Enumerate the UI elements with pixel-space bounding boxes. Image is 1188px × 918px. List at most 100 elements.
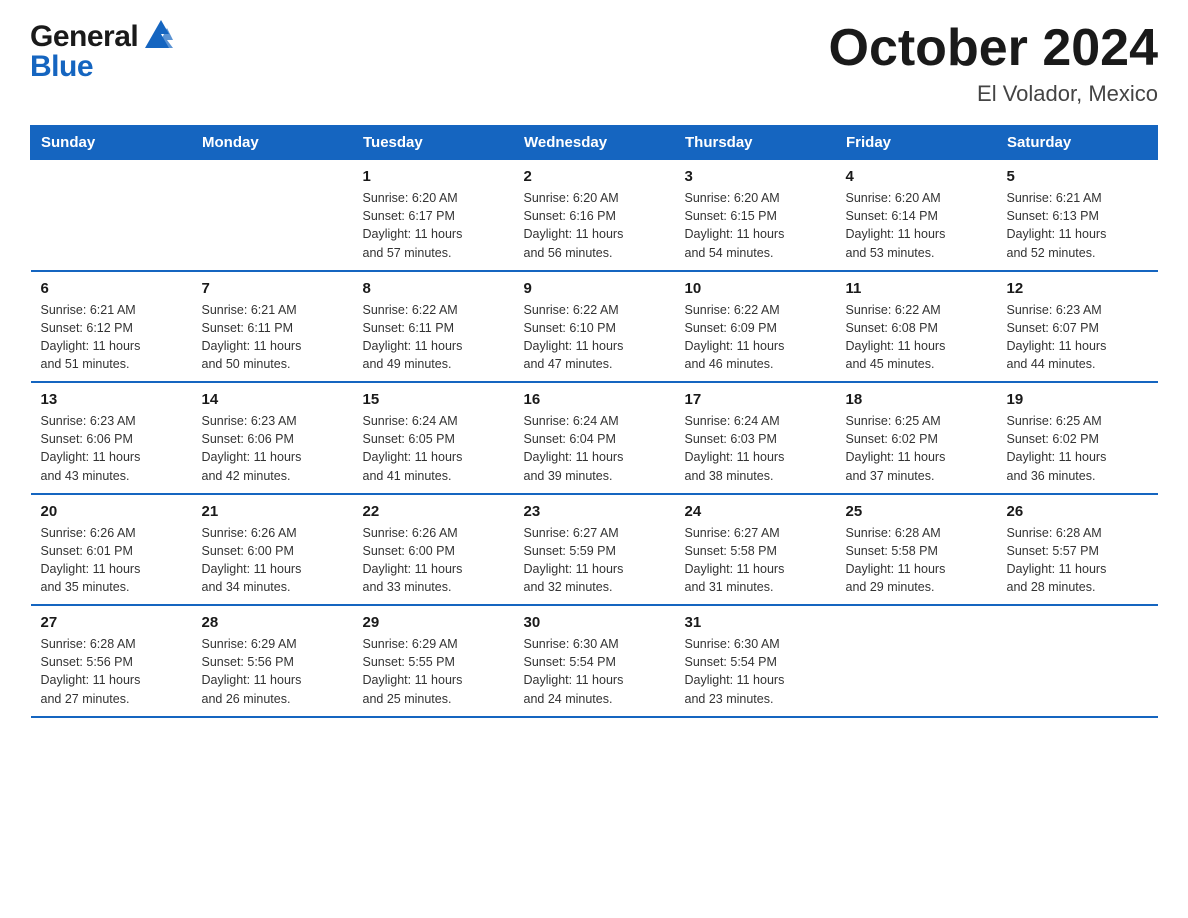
calendar-cell: 6 Sunrise: 6:21 AM Sunset: 6:12 PM Daylig… [31,271,192,383]
day-number: 9 [524,280,665,297]
calendar-cell: 3 Sunrise: 6:20 AM Sunset: 6:15 PM Daylig… [675,160,836,271]
calendar-header-row: SundayMondayTuesdayWednesdayThursdayFrid… [31,126,1158,160]
calendar-cell: 18 Sunrise: 6:25 AM Sunset: 6:02 PM Dayli… [836,382,997,494]
day-info: Sunrise: 6:23 AM Sunset: 6:06 PM Dayligh… [202,412,343,485]
calendar-cell: 16 Sunrise: 6:24 AM Sunset: 6:04 PM Dayli… [514,382,675,494]
calendar-cell: 19 Sunrise: 6:25 AM Sunset: 6:02 PM Dayli… [997,382,1158,494]
day-info: Sunrise: 6:22 AM Sunset: 6:11 PM Dayligh… [363,301,504,374]
calendar-cell: 15Sunrise: 6:24 AM Sunset: 6:05 PM Dayli… [353,382,514,494]
day-number: 11 [846,280,987,297]
weekday-header: Monday [192,126,353,160]
day-number: 20 [41,503,182,520]
calendar-cell: 20 Sunrise: 6:26 AM Sunset: 6:01 PM Dayli… [31,494,192,606]
calendar-cell: 8 Sunrise: 6:22 AM Sunset: 6:11 PM Daylig… [353,271,514,383]
page-header: General Blue October 2024 El Volador, Me… [30,20,1158,107]
day-number: 12 [1007,280,1148,297]
day-info: Sunrise: 6:25 AM Sunset: 6:02 PM Dayligh… [1007,412,1148,485]
day-info: Sunrise: 6:23 AM Sunset: 6:06 PM Dayligh… [41,412,182,485]
calendar-cell: 30 Sunrise: 6:30 AM Sunset: 5:54 PM Dayli… [514,605,675,717]
day-number: 10 [685,280,826,297]
day-number: 17 [685,391,826,408]
calendar-cell: 24Sunrise: 6:27 AM Sunset: 5:58 PM Dayli… [675,494,836,606]
day-info: Sunrise: 6:26 AM Sunset: 6:00 PM Dayligh… [202,524,343,597]
day-info: Sunrise: 6:21 AM Sunset: 6:13 PM Dayligh… [1007,189,1148,262]
day-number: 25 [846,503,987,520]
day-number: 19 [1007,391,1148,408]
day-info: Sunrise: 6:29 AM Sunset: 5:56 PM Dayligh… [202,635,343,708]
calendar-week-row: 1 Sunrise: 6:20 AM Sunset: 6:17 PM Daylig… [31,160,1158,271]
calendar-week-row: 27 Sunrise: 6:28 AM Sunset: 5:56 PM Dayli… [31,605,1158,717]
calendar-cell [31,160,192,271]
calendar-cell: 29 Sunrise: 6:29 AM Sunset: 5:55 PM Dayli… [353,605,514,717]
calendar-cell: 12 Sunrise: 6:23 AM Sunset: 6:07 PM Dayli… [997,271,1158,383]
day-number: 13 [41,391,182,408]
day-info: Sunrise: 6:27 AM Sunset: 5:59 PM Dayligh… [524,524,665,597]
day-info: Sunrise: 6:28 AM Sunset: 5:58 PM Dayligh… [846,524,987,597]
calendar-cell: 1 Sunrise: 6:20 AM Sunset: 6:17 PM Daylig… [353,160,514,271]
calendar-cell: 23Sunrise: 6:27 AM Sunset: 5:59 PM Dayli… [514,494,675,606]
day-info: Sunrise: 6:20 AM Sunset: 6:15 PM Dayligh… [685,189,826,262]
day-number: 1 [363,168,504,185]
weekday-header: Sunday [31,126,192,160]
calendar-cell: 25 Sunrise: 6:28 AM Sunset: 5:58 PM Dayli… [836,494,997,606]
calendar-cell: 26 Sunrise: 6:28 AM Sunset: 5:57 PM Dayli… [997,494,1158,606]
calendar-cell: 10Sunrise: 6:22 AM Sunset: 6:09 PM Dayli… [675,271,836,383]
day-number: 7 [202,280,343,297]
calendar-cell: 22 Sunrise: 6:26 AM Sunset: 6:00 PM Dayli… [353,494,514,606]
calendar-week-row: 6 Sunrise: 6:21 AM Sunset: 6:12 PM Daylig… [31,271,1158,383]
day-info: Sunrise: 6:22 AM Sunset: 6:10 PM Dayligh… [524,301,665,374]
weekday-header: Wednesday [514,126,675,160]
calendar-week-row: 13 Sunrise: 6:23 AM Sunset: 6:06 PM Dayli… [31,382,1158,494]
calendar-table: SundayMondayTuesdayWednesdayThursdayFrid… [30,125,1158,718]
day-number: 4 [846,168,987,185]
day-info: Sunrise: 6:27 AM Sunset: 5:58 PM Dayligh… [685,524,826,597]
day-number: 28 [202,614,343,631]
day-info: Sunrise: 6:30 AM Sunset: 5:54 PM Dayligh… [685,635,826,708]
day-info: Sunrise: 6:26 AM Sunset: 6:01 PM Dayligh… [41,524,182,597]
logo: General Blue [30,20,173,84]
day-number: 3 [685,168,826,185]
day-number: 22 [363,503,504,520]
day-info: Sunrise: 6:28 AM Sunset: 5:56 PM Dayligh… [41,635,182,708]
day-number: 30 [524,614,665,631]
day-number: 16 [524,391,665,408]
day-info: Sunrise: 6:24 AM Sunset: 6:04 PM Dayligh… [524,412,665,485]
calendar-cell: 5Sunrise: 6:21 AM Sunset: 6:13 PM Daylig… [997,160,1158,271]
day-number: 6 [41,280,182,297]
day-info: Sunrise: 6:24 AM Sunset: 6:05 PM Dayligh… [363,412,504,485]
day-info: Sunrise: 6:30 AM Sunset: 5:54 PM Dayligh… [524,635,665,708]
calendar-cell: 28 Sunrise: 6:29 AM Sunset: 5:56 PM Dayli… [192,605,353,717]
day-info: Sunrise: 6:21 AM Sunset: 6:11 PM Dayligh… [202,301,343,374]
day-number: 21 [202,503,343,520]
day-number: 27 [41,614,182,631]
day-number: 8 [363,280,504,297]
weekday-header: Tuesday [353,126,514,160]
day-info: Sunrise: 6:23 AM Sunset: 6:07 PM Dayligh… [1007,301,1148,374]
day-info: Sunrise: 6:25 AM Sunset: 6:02 PM Dayligh… [846,412,987,485]
weekday-header: Thursday [675,126,836,160]
day-info: Sunrise: 6:20 AM Sunset: 6:14 PM Dayligh… [846,189,987,262]
day-info: Sunrise: 6:20 AM Sunset: 6:17 PM Dayligh… [363,189,504,262]
day-number: 31 [685,614,826,631]
calendar-cell: 13 Sunrise: 6:23 AM Sunset: 6:06 PM Dayli… [31,382,192,494]
weekday-header: Friday [836,126,997,160]
day-info: Sunrise: 6:28 AM Sunset: 5:57 PM Dayligh… [1007,524,1148,597]
day-info: Sunrise: 6:29 AM Sunset: 5:55 PM Dayligh… [363,635,504,708]
day-info: Sunrise: 6:21 AM Sunset: 6:12 PM Dayligh… [41,301,182,374]
day-number: 2 [524,168,665,185]
logo-general: General [30,22,138,52]
calendar-cell: 31 Sunrise: 6:30 AM Sunset: 5:54 PM Dayli… [675,605,836,717]
day-number: 18 [846,391,987,408]
day-number: 14 [202,391,343,408]
day-info: Sunrise: 6:20 AM Sunset: 6:16 PM Dayligh… [524,189,665,262]
calendar-cell: 2 Sunrise: 6:20 AM Sunset: 6:16 PM Daylig… [514,160,675,271]
day-number: 29 [363,614,504,631]
logo-blue: Blue [30,50,93,83]
day-number: 26 [1007,503,1148,520]
calendar-location: El Volador, Mexico [829,81,1159,107]
calendar-cell: 14 Sunrise: 6:23 AM Sunset: 6:06 PM Dayli… [192,382,353,494]
calendar-cell: 21 Sunrise: 6:26 AM Sunset: 6:00 PM Dayli… [192,494,353,606]
calendar-cell: 9 Sunrise: 6:22 AM Sunset: 6:10 PM Daylig… [514,271,675,383]
day-info: Sunrise: 6:26 AM Sunset: 6:00 PM Dayligh… [363,524,504,597]
calendar-cell: 27 Sunrise: 6:28 AM Sunset: 5:56 PM Dayli… [31,605,192,717]
